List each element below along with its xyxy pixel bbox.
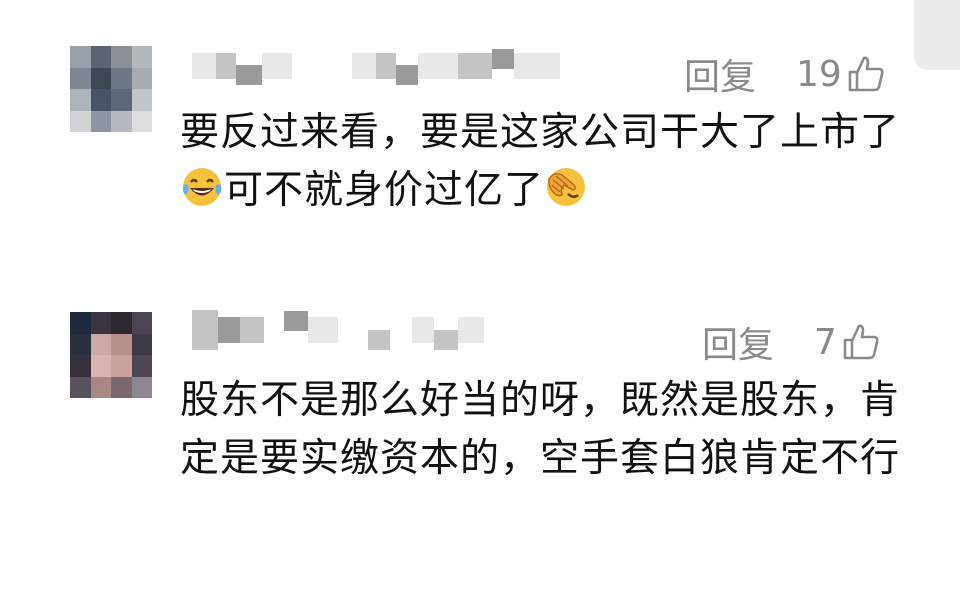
laughing-tears-emoji-icon	[182, 168, 222, 206]
like-count: 19	[796, 53, 842, 95]
reply-button[interactable]: 回复	[702, 316, 774, 368]
thumbs-up-icon[interactable]	[846, 54, 886, 94]
avatar[interactable]	[70, 46, 152, 132]
avatar[interactable]	[70, 312, 152, 398]
thumbs-up-icon[interactable]	[841, 322, 881, 362]
facepalm-emoji-icon	[547, 168, 586, 206]
scroll-handle[interactable]	[914, 0, 960, 70]
comment-text: 要反过来看，要是这家公司干大了上市了 可不就身价过亿了	[180, 104, 920, 220]
username-blurred[interactable]	[192, 310, 484, 350]
like-count: 7	[814, 321, 837, 363]
comment-text: 股东不是那么好当的呀，既然是股东，肯定是要实缴资本的，空手套白狼肯定不行	[180, 378, 901, 481]
username-blurred[interactable]	[192, 48, 560, 85]
comment-text-part2: 可不就身价过亿了	[224, 168, 545, 213]
reply-button[interactable]: 回复	[684, 48, 756, 100]
comment-text-part1: 要反过来看，要是这家公司干大了上市了	[180, 110, 901, 155]
